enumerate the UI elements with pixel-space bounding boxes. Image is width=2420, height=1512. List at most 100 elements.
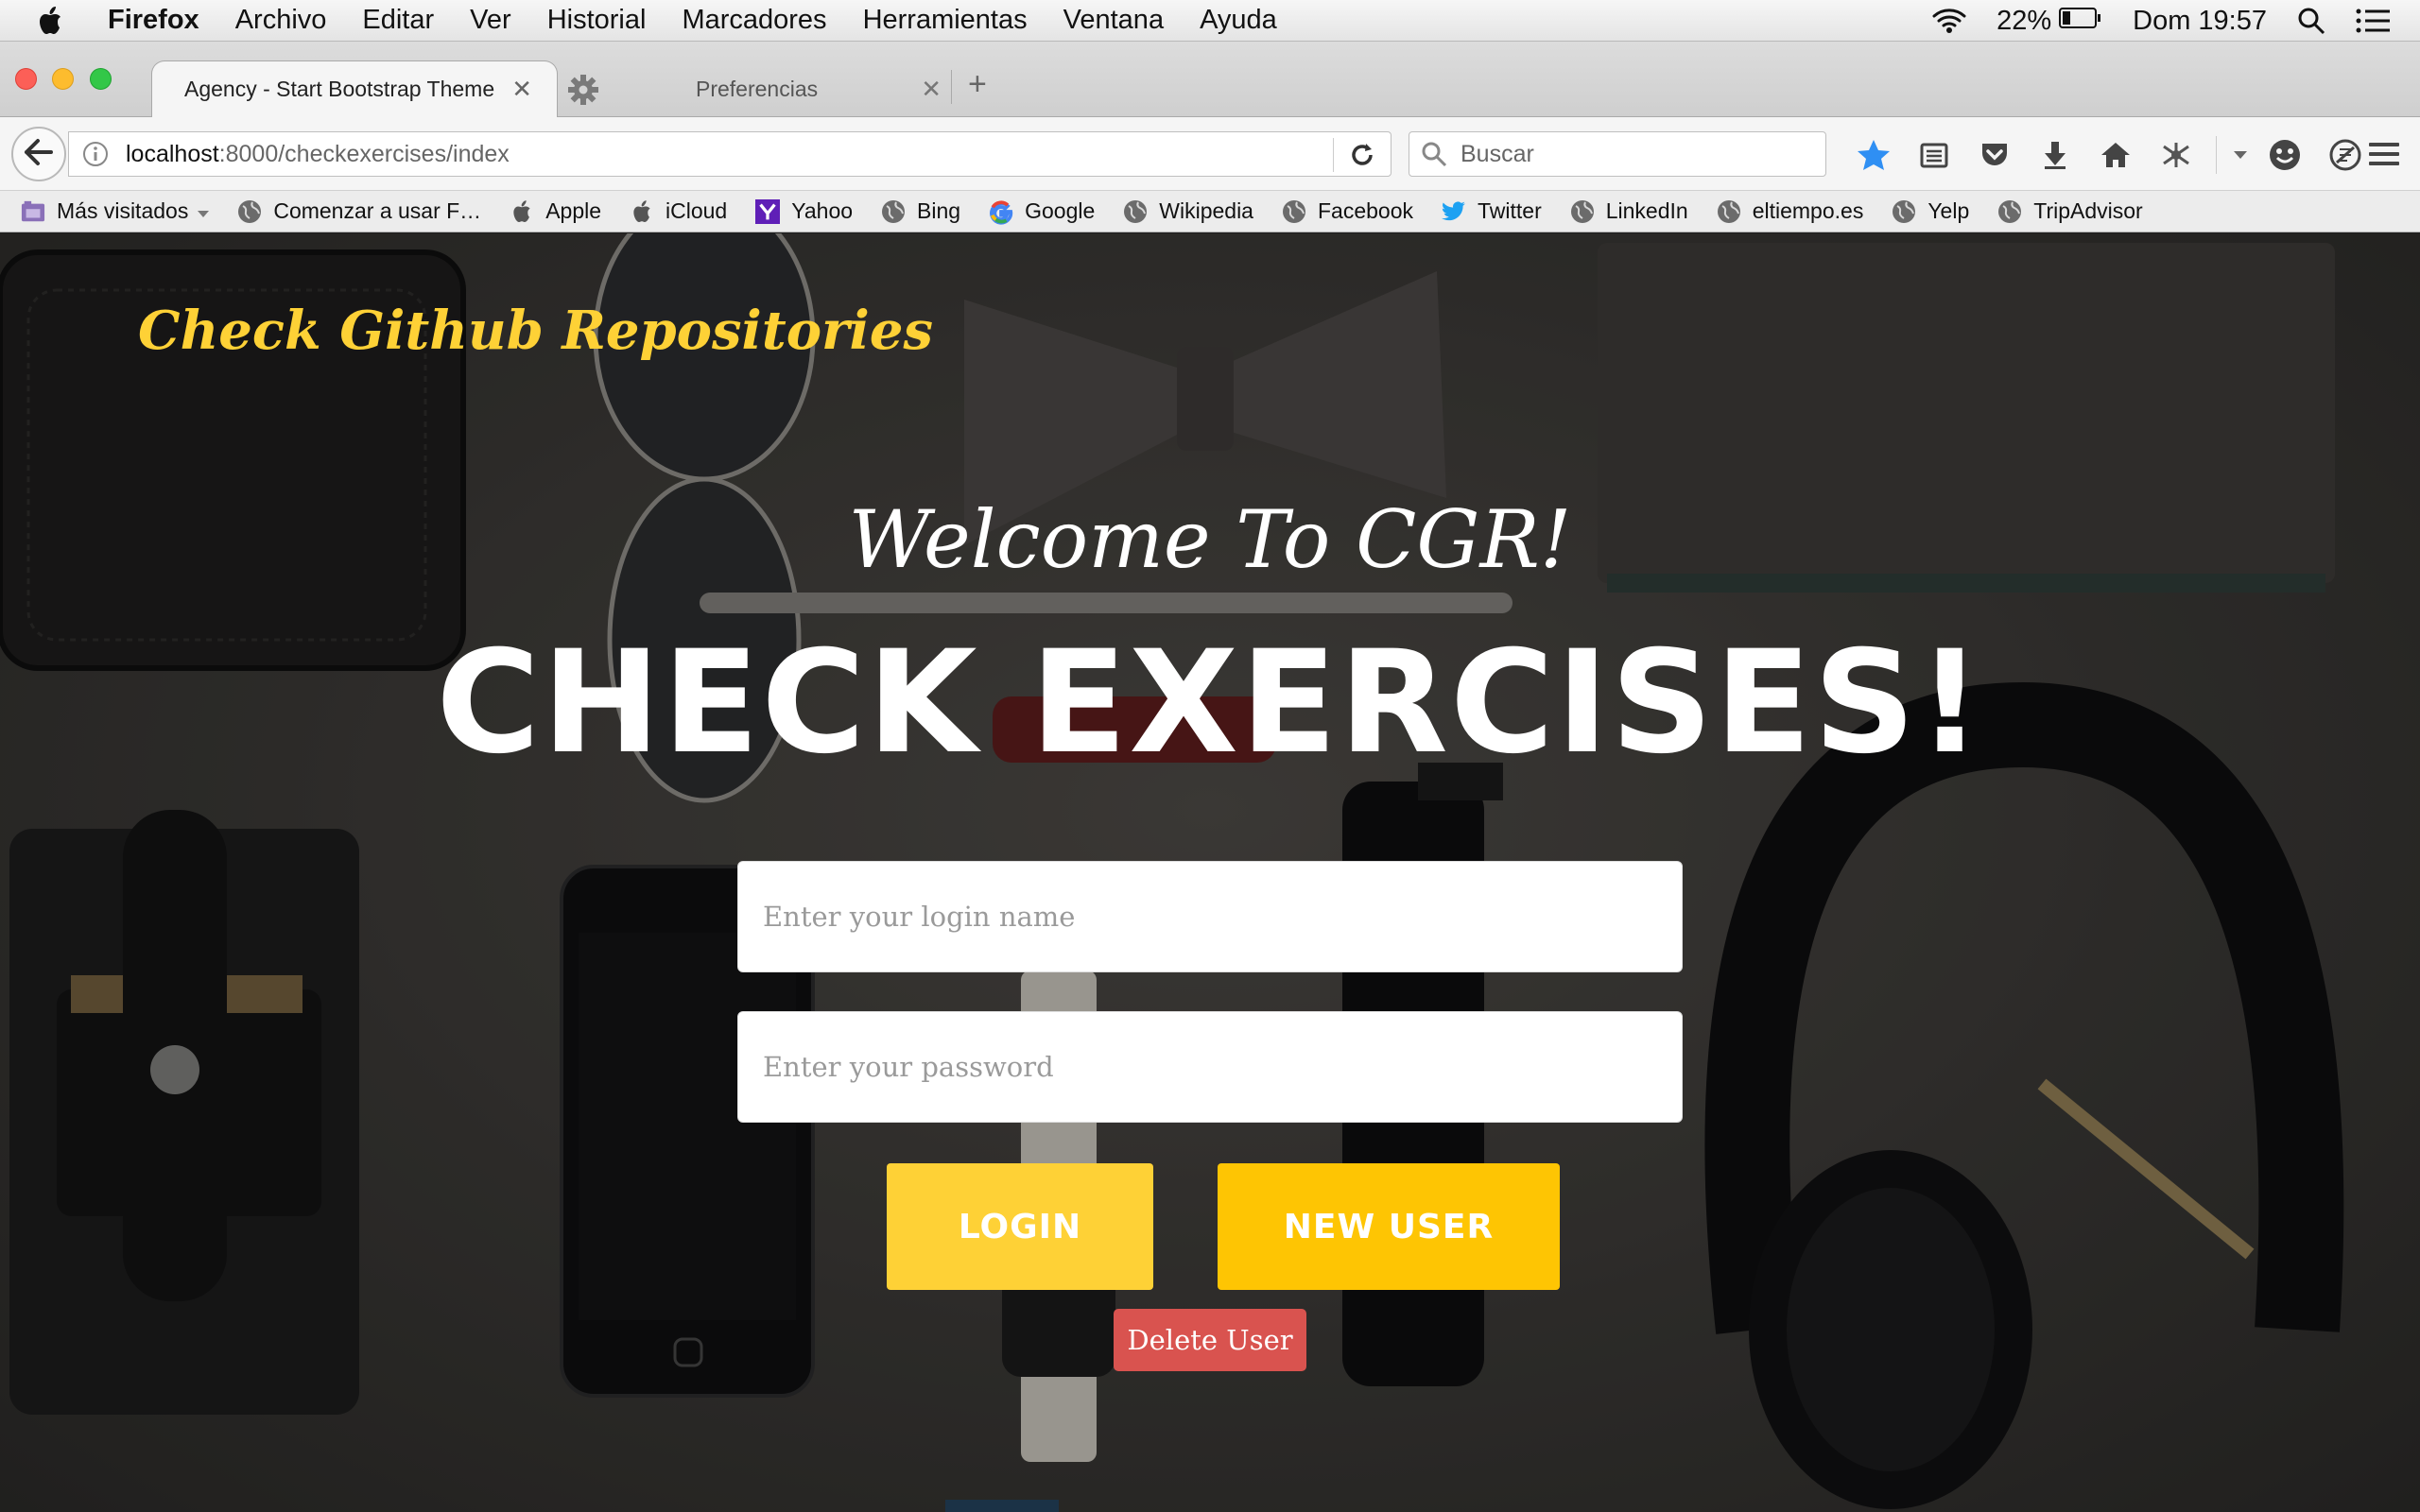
menubar-clock[interactable]: Dom 19:57 (2133, 6, 2267, 37)
globe-icon (1892, 199, 1916, 224)
bookmark-label: Comenzar a usar F… (273, 198, 482, 223)
google-icon (989, 199, 1013, 225)
bookmark-google[interactable]: Google (989, 198, 1096, 225)
tab-title: Agency - Start Bootstrap Theme (184, 77, 495, 101)
spotlight-icon[interactable] (2297, 7, 2325, 35)
bookmark-label: Yelp (1927, 198, 1970, 223)
globe-icon (1997, 199, 2022, 224)
extension-icon[interactable] (2146, 141, 2206, 169)
menu-archivo[interactable]: Archivo (235, 5, 327, 36)
brand-logo-link[interactable]: Check Github Repositories (138, 300, 933, 362)
globe-icon (881, 199, 906, 224)
yahoo-icon (755, 198, 781, 224)
globe-icon (1570, 199, 1595, 224)
battery-status[interactable]: 22% (1996, 6, 2102, 37)
menu-historial[interactable]: Historial (547, 5, 647, 36)
tab-preferencias[interactable]: Preferencias ✕ (563, 60, 951, 117)
bookmark-label: Yahoo (791, 198, 854, 223)
delete-user-button[interactable]: Delete User (1114, 1309, 1306, 1371)
battery-icon (2059, 6, 2102, 37)
url-host: localhost (126, 140, 219, 167)
reload-icon[interactable] (1349, 142, 1375, 175)
bookmark-label: Wikipedia (1159, 198, 1253, 223)
battery-percent: 22% (1996, 5, 2052, 36)
new-user-button[interactable]: NEW USER (1218, 1163, 1560, 1290)
tab-separator (951, 70, 952, 104)
bookmark-label: eltiempo.es (1752, 198, 1864, 223)
bookmark-apple[interactable]: Apple (510, 198, 601, 224)
menu-ventana[interactable]: Ventana (1063, 5, 1164, 36)
bookmark-yahoo[interactable]: Yahoo (755, 198, 853, 224)
login-name-input[interactable] (737, 861, 1683, 972)
bookmark-label: iCloud (666, 198, 728, 223)
toolbar-icons (1843, 134, 2376, 176)
password-input[interactable] (737, 1011, 1683, 1123)
page-content: Check Github Repositories Welcome To CGR… (0, 233, 2420, 1512)
apple-icon (630, 199, 654, 224)
bookmark-star-icon[interactable] (1843, 139, 1904, 171)
info-icon[interactable] (82, 141, 109, 167)
url-path: :8000/checkexercises/index (218, 140, 510, 167)
navigation-toolbar: localhost:8000/checkexercises/index Busc… (0, 117, 2420, 191)
bookmark-comenzar[interactable]: Comenzar a usar F… (237, 198, 481, 224)
bookmark-eltiempo[interactable]: eltiempo.es (1717, 198, 1864, 224)
wifi-icon[interactable] (1932, 8, 1966, 34)
menu-editar[interactable]: Editar (362, 5, 434, 36)
tab-title: Preferencias (696, 76, 819, 101)
back-icon (24, 138, 54, 171)
most-visited-icon (21, 199, 45, 224)
emoji-icon[interactable] (2255, 138, 2315, 172)
apple-icon[interactable] (36, 5, 64, 37)
menu-marcadores[interactable]: Marcadores (682, 5, 826, 36)
bookmark-wikipedia[interactable]: Wikipedia (1123, 198, 1253, 224)
bookmark-icloud[interactable]: iCloud (630, 198, 727, 224)
bookmark-label: Apple (545, 198, 602, 223)
bookmark-label: LinkedIn (1605, 198, 1688, 223)
bookmark-yelp[interactable]: Yelp (1892, 198, 1969, 224)
pocket-icon[interactable] (1964, 141, 2025, 169)
window-close-button[interactable] (15, 68, 37, 90)
menu-herramientas[interactable]: Herramientas (863, 5, 1028, 36)
search-icon (1421, 141, 1447, 167)
search-placeholder: Buscar (1461, 140, 1534, 167)
new-tab-icon[interactable]: + (968, 66, 987, 103)
bookmark-label: Bing (917, 198, 961, 223)
bookmark-label: TripAdvisor (2033, 198, 2143, 223)
bookmark-label: Google (1025, 198, 1096, 223)
menu-icon[interactable] (2367, 140, 2401, 173)
welcome-subheading: Welcome To CGR! (848, 493, 1572, 586)
tab-agency[interactable]: Agency - Start Bootstrap Theme ✕ (151, 60, 558, 117)
dropdown-icon[interactable] (2226, 150, 2255, 160)
window-minimize-button[interactable] (52, 68, 74, 90)
page-title: CHECK EXERCISES! (436, 621, 1984, 785)
bookmark-most-visited[interactable]: Más visitados (21, 198, 210, 224)
chevron-down-icon (198, 198, 210, 224)
back-button[interactable] (11, 127, 66, 181)
notification-center-icon[interactable] (2356, 9, 2390, 33)
bookmark-twitter[interactable]: Twitter (1442, 198, 1542, 224)
close-tab-icon[interactable]: ✕ (511, 75, 532, 104)
bookmark-linkedin[interactable]: LinkedIn (1570, 198, 1688, 224)
url-bar[interactable]: localhost:8000/checkexercises/index (68, 131, 1392, 177)
window-zoom-button[interactable] (90, 68, 112, 90)
menu-ver[interactable]: Ver (470, 5, 511, 36)
bookmark-facebook[interactable]: Facebook (1282, 198, 1413, 224)
home-icon[interactable] (2085, 141, 2146, 169)
globe-icon (1282, 199, 1306, 224)
apple-icon (510, 199, 534, 224)
bookmark-bing[interactable]: Bing (881, 198, 960, 224)
bookmarks-toolbar: Más visitados Comenzar a usar F… Apple i… (0, 191, 2420, 232)
bookmark-label: Twitter (1478, 198, 1542, 223)
menu-app-firefox[interactable]: Firefox (108, 5, 199, 36)
twitter-icon (1442, 199, 1466, 224)
login-button[interactable]: LOGIN (887, 1163, 1153, 1290)
menu-ayuda[interactable]: Ayuda (1200, 5, 1277, 36)
close-tab-icon[interactable]: ✕ (921, 75, 942, 104)
search-input[interactable]: Buscar (1409, 131, 1826, 177)
gear-icon (567, 74, 599, 112)
reading-list-icon[interactable] (1904, 141, 1964, 169)
bookmark-tripadvisor[interactable]: TripAdvisor (1997, 198, 2143, 224)
download-icon[interactable] (2025, 140, 2085, 170)
tab-strip: Agency - Start Bootstrap Theme ✕ Prefere… (0, 42, 2420, 117)
macos-menu-bar: Firefox Archivo Editar Ver Historial Mar… (0, 0, 2420, 42)
